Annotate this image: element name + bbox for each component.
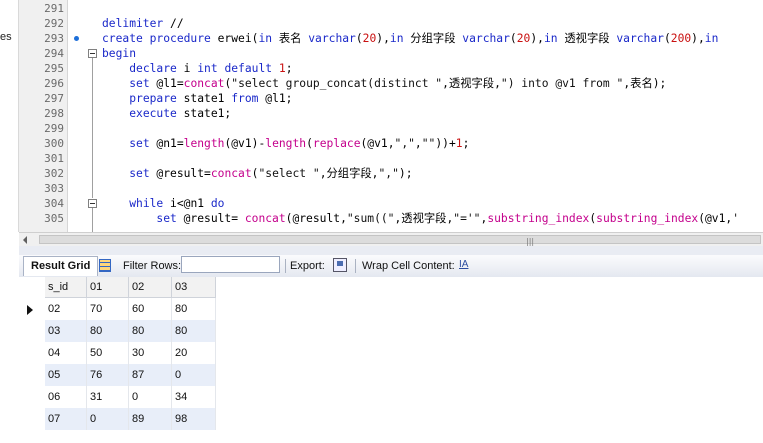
table-cell[interactable]: 60 [128, 297, 172, 320]
line-number: 303 [44, 182, 64, 195]
table-cell[interactable]: 87 [128, 364, 172, 386]
line-number: 300 [44, 137, 64, 150]
object-browser-edge: es [0, 0, 19, 232]
table-cell[interactable]: 89 [128, 408, 172, 430]
table-cell[interactable]: 80 [171, 320, 216, 342]
table-row[interactable]: 03 80 80 80 [45, 320, 216, 342]
fold-toggle-icon[interactable] [88, 49, 97, 58]
table-cell[interactable]: 0 [128, 386, 172, 408]
table-cell[interactable]: 02 [45, 297, 87, 320]
table-cell[interactable]: 31 [86, 386, 129, 408]
current-row-arrow-icon [27, 305, 33, 315]
code-text-area[interactable]: delimiter //create procedure erwei(in 表名… [102, 0, 763, 232]
line-number: 294 [44, 47, 64, 60]
toolbar-separator [285, 259, 286, 273]
table-cell[interactable]: 80 [86, 320, 129, 342]
code-line[interactable]: begin [102, 46, 136, 61]
table-row[interactable]: 05 76 87 0 [45, 364, 216, 386]
result-grid[interactable]: s_id 01 02 03 02 70 60 80 03 80 80 80 04 50 30 20 05 76 8… [19, 277, 763, 443]
line-number: 302 [44, 167, 64, 180]
table-cell[interactable]: 07 [45, 408, 87, 430]
line-number: 295 [44, 62, 64, 75]
filter-rows-input[interactable] [181, 256, 280, 273]
table-cell[interactable]: 76 [86, 364, 129, 386]
table-cell[interactable]: 70 [86, 297, 129, 320]
result-header-row: s_id 01 02 03 [45, 277, 216, 298]
table-cell[interactable]: 30 [128, 342, 172, 364]
table-cell[interactable]: 80 [171, 297, 216, 320]
export-icon[interactable] [333, 258, 347, 272]
editor-horizontal-scrollbar[interactable]: ||| [19, 232, 763, 246]
line-number: 297 [44, 92, 64, 105]
line-number: 304 [44, 197, 64, 210]
code-line[interactable]: set @l1=concat("select group_concat(dist… [102, 76, 666, 91]
table-cell[interactable]: 0 [86, 408, 129, 430]
scroll-left-arrow-icon[interactable] [23, 236, 27, 244]
filter-rows-label: Filter Rows: [123, 260, 182, 272]
toolbar-separator [355, 259, 356, 273]
line-number: 292 [44, 17, 64, 30]
code-line[interactable]: set @result= concat(@result,"sum((",透视字段… [102, 211, 739, 226]
breakpoint-dot-icon[interactable] [74, 36, 79, 41]
code-line[interactable]: create procedure erwei(in 表名 varchar(20)… [102, 31, 718, 46]
grid-icon[interactable] [99, 259, 111, 272]
table-cell[interactable]: 06 [45, 386, 87, 408]
wrap-cell-icon[interactable]: IA [459, 258, 471, 272]
table-row[interactable]: 07 0 89 98 [45, 408, 216, 430]
wrap-cell-label: Wrap Cell Content: [362, 260, 455, 272]
scrollbar-thumb[interactable]: ||| [39, 235, 761, 246]
line-number: 299 [44, 122, 64, 135]
fold-toggle-icon[interactable] [88, 199, 97, 208]
column-header[interactable]: 01 [86, 277, 129, 298]
line-number-gutter: 291 292 293 294 295 296 297 298 299 300 301 302 303 3… [19, 0, 68, 232]
code-line[interactable]: delimiter // [102, 16, 184, 31]
row-selector-column[interactable] [19, 277, 45, 443]
table-cell[interactable]: 98 [171, 408, 216, 430]
fold-guide [92, 58, 93, 198]
code-line[interactable]: set @n1=length(@v1)-length(replace(@v1,"… [102, 136, 469, 151]
line-number: 305 [44, 212, 64, 225]
code-line[interactable]: while i<@n1 do [102, 196, 224, 211]
table-row[interactable]: 04 50 30 20 [45, 342, 216, 364]
table-cell[interactable]: 20 [171, 342, 216, 364]
table-cell[interactable]: 0 [171, 364, 216, 386]
line-number: 298 [44, 107, 64, 120]
results-toolbar: Result Grid Filter Rows: Export: Wrap Ce… [19, 255, 763, 278]
code-line[interactable]: prepare state1 from @l1; [102, 91, 292, 106]
line-number: 296 [44, 77, 64, 90]
table-cell[interactable]: 50 [86, 342, 129, 364]
line-number: 291 [44, 2, 64, 15]
code-line[interactable]: execute state1; [102, 106, 231, 121]
column-header[interactable]: 03 [171, 277, 216, 298]
table-cell[interactable]: 04 [45, 342, 87, 364]
fold-guide [92, 208, 93, 232]
table-cell[interactable]: 80 [128, 320, 172, 342]
result-grid-tab[interactable]: Result Grid [23, 256, 99, 276]
code-line[interactable]: declare i int default 1; [102, 61, 292, 76]
column-header[interactable]: 02 [128, 277, 172, 298]
line-number: 293 [44, 32, 64, 45]
sql-editor[interactable]: 291 292 293 294 295 296 297 298 299 300 301 302 303 3… [19, 0, 763, 232]
table-cell[interactable]: 03 [45, 320, 87, 342]
export-label: Export: [290, 260, 325, 272]
line-number: 301 [44, 152, 64, 165]
table-row[interactable]: 06 31 0 34 [45, 386, 216, 408]
table-cell[interactable]: 05 [45, 364, 87, 386]
object-browser-fragment: es [0, 31, 12, 43]
code-line[interactable]: set @result=concat("select ",分组字段,","); [102, 166, 412, 181]
result-table[interactable]: s_id 01 02 03 02 70 60 80 03 80 80 80 04 50 30 20 05 76 8… [45, 277, 216, 430]
table-row[interactable]: 02 70 60 80 [45, 297, 216, 320]
column-header[interactable]: s_id [45, 277, 87, 298]
table-cell[interactable]: 34 [171, 386, 216, 408]
scrollbar-grip: ||| [526, 237, 535, 246]
